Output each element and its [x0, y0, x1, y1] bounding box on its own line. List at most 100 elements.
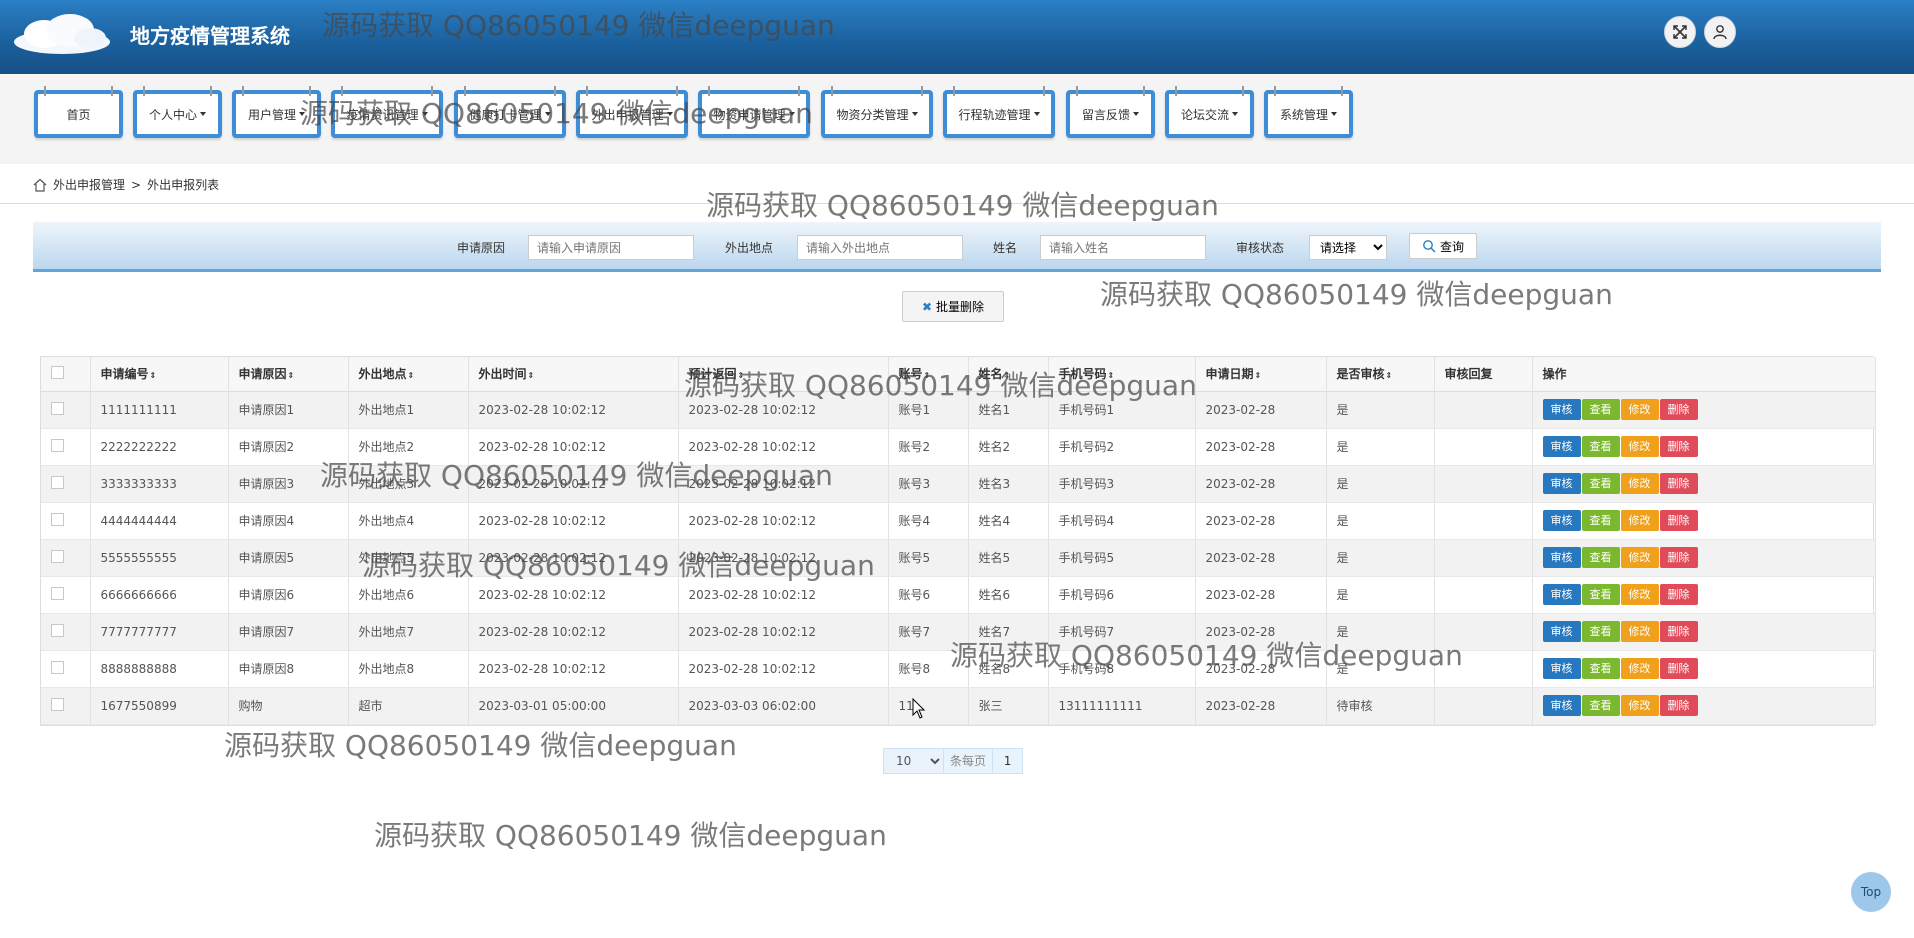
- page-size-select[interactable]: 10: [884, 749, 944, 773]
- delete-button[interactable]: 删除: [1659, 473, 1698, 494]
- fullscreen-button[interactable]: [1664, 16, 1696, 48]
- search-bar: 申请原因 外出地点 姓名 审核状态 请选择 查询: [33, 222, 1881, 272]
- table-cell: 5555555555: [90, 539, 229, 577]
- review-button[interactable]: 审核: [1542, 510, 1581, 531]
- row-checkbox[interactable]: [51, 660, 64, 674]
- table-cell: 2023-03-01 05:00:00: [468, 687, 679, 725]
- delete-button[interactable]: 删除: [1659, 584, 1698, 605]
- edit-button[interactable]: 修改: [1620, 584, 1659, 605]
- select-all-cell: [41, 357, 91, 392]
- nav-item[interactable]: 论坛交流: [1165, 86, 1254, 138]
- edit-button[interactable]: 修改: [1620, 399, 1659, 420]
- nav-item[interactable]: 个人中心: [133, 86, 222, 138]
- table-cell: 手机号码2: [1048, 428, 1196, 466]
- column-header[interactable]: 申请编号⇕: [90, 357, 229, 392]
- nav-pin: [1143, 86, 1145, 96]
- actions-cell: 审核 查看 修改 删除: [1532, 465, 1876, 503]
- delete-button[interactable]: 删除: [1659, 658, 1698, 679]
- row-checkbox[interactable]: [51, 549, 64, 563]
- page-number[interactable]: 1: [992, 749, 1022, 773]
- delete-button[interactable]: 删除: [1659, 510, 1698, 531]
- delete-button[interactable]: 删除: [1659, 621, 1698, 642]
- nav-item[interactable]: 行程轨迹管理: [943, 86, 1055, 138]
- edit-button[interactable]: 修改: [1620, 621, 1659, 642]
- review-button[interactable]: 审核: [1542, 658, 1581, 679]
- nav-item[interactable]: 物资分类管理: [821, 86, 933, 138]
- select-all-checkbox[interactable]: [51, 365, 64, 379]
- place-input[interactable]: [797, 235, 963, 260]
- row-checkbox[interactable]: [51, 438, 64, 452]
- delete-button[interactable]: 删除: [1659, 547, 1698, 568]
- row-checkbox[interactable]: [51, 475, 64, 489]
- delete-button[interactable]: 删除: [1659, 436, 1698, 457]
- column-header[interactable]: 申请原因⇕: [228, 357, 349, 392]
- user-profile-button[interactable]: [1704, 16, 1736, 48]
- table-cell: 申请原因6: [228, 576, 349, 614]
- nav-item-label: 系统管理: [1279, 107, 1328, 122]
- nav-pin: [1274, 86, 1276, 96]
- view-button[interactable]: 查看: [1581, 621, 1620, 642]
- table-cell: 2023-02-28: [1195, 576, 1327, 614]
- view-button[interactable]: 查看: [1581, 399, 1620, 420]
- nav-item[interactable]: 首页: [34, 86, 123, 138]
- review-button[interactable]: 审核: [1542, 621, 1581, 642]
- table-cell: 是: [1326, 465, 1435, 503]
- watermark: 源码获取 QQ86050149 微信deepguan: [374, 819, 887, 852]
- table-cell: 手机号码5: [1048, 539, 1196, 577]
- row-checkbox[interactable]: [51, 512, 64, 526]
- review-button[interactable]: 审核: [1542, 695, 1581, 716]
- back-to-top-button[interactable]: Top: [1851, 872, 1891, 912]
- delete-button[interactable]: 删除: [1659, 399, 1698, 420]
- mouse-cursor-icon: [912, 698, 926, 719]
- nav-item-label: 物资分类管理: [836, 107, 909, 122]
- sort-icon: ⇕: [1385, 371, 1393, 381]
- row-checkbox[interactable]: [51, 401, 64, 415]
- edit-button[interactable]: 修改: [1620, 547, 1659, 568]
- row-checkbox[interactable]: [51, 623, 64, 637]
- nav-item[interactable]: 系统管理: [1264, 86, 1353, 138]
- place-label: 外出地点: [725, 241, 774, 255]
- table-cell: 账号6: [888, 576, 969, 614]
- edit-button[interactable]: 修改: [1620, 436, 1659, 457]
- view-button[interactable]: 查看: [1581, 584, 1620, 605]
- review-button[interactable]: 审核: [1542, 547, 1581, 568]
- table-cell: 外出地点4: [348, 502, 469, 540]
- sort-icon: ⇕: [287, 371, 295, 381]
- edit-button[interactable]: 修改: [1620, 510, 1659, 531]
- column-header[interactable]: 是否审核⇕: [1326, 357, 1435, 392]
- nav-pin: [1043, 86, 1045, 96]
- edit-button[interactable]: 修改: [1620, 658, 1659, 679]
- view-button[interactable]: 查看: [1581, 658, 1620, 679]
- review-button[interactable]: 审核: [1542, 584, 1581, 605]
- review-button[interactable]: 审核: [1542, 399, 1581, 420]
- view-button[interactable]: 查看: [1581, 547, 1620, 568]
- table-cell: 2023-02-28: [1195, 539, 1327, 577]
- batch-delete-button[interactable]: ✖ 批量删除: [902, 291, 1004, 322]
- column-header[interactable]: 外出时间⇕: [468, 357, 679, 392]
- status-select[interactable]: 请选择: [1309, 235, 1387, 260]
- view-button[interactable]: 查看: [1581, 473, 1620, 494]
- delete-button[interactable]: 删除: [1659, 695, 1698, 716]
- edit-button[interactable]: 修改: [1620, 695, 1659, 716]
- column-header[interactable]: 外出地点⇕: [348, 357, 469, 392]
- review-button[interactable]: 审核: [1542, 436, 1581, 457]
- nav-item-label: 论坛交流: [1180, 107, 1229, 122]
- sort-icon: ⇕: [1254, 371, 1262, 381]
- name-input[interactable]: [1040, 235, 1206, 260]
- home-icon[interactable]: [33, 178, 47, 192]
- column-header[interactable]: 申请日期⇕: [1195, 357, 1327, 392]
- view-button[interactable]: 查看: [1581, 695, 1620, 716]
- row-checkbox[interactable]: [51, 586, 64, 600]
- row-checkbox[interactable]: [51, 697, 64, 711]
- breadcrumb-level1[interactable]: 外出申报管理: [53, 176, 125, 193]
- edit-button[interactable]: 修改: [1620, 473, 1659, 494]
- watermark: 源码获取 QQ86050149 微信deepguan: [322, 9, 835, 42]
- view-button[interactable]: 查看: [1581, 510, 1620, 531]
- reason-input[interactable]: [528, 235, 694, 260]
- table-cell: 是: [1326, 539, 1435, 577]
- nav-item[interactable]: 留言反馈: [1066, 86, 1155, 138]
- view-button[interactable]: 查看: [1581, 436, 1620, 457]
- table-cell: 超市: [348, 687, 469, 725]
- query-button[interactable]: 查询: [1409, 233, 1477, 259]
- review-button[interactable]: 审核: [1542, 473, 1581, 494]
